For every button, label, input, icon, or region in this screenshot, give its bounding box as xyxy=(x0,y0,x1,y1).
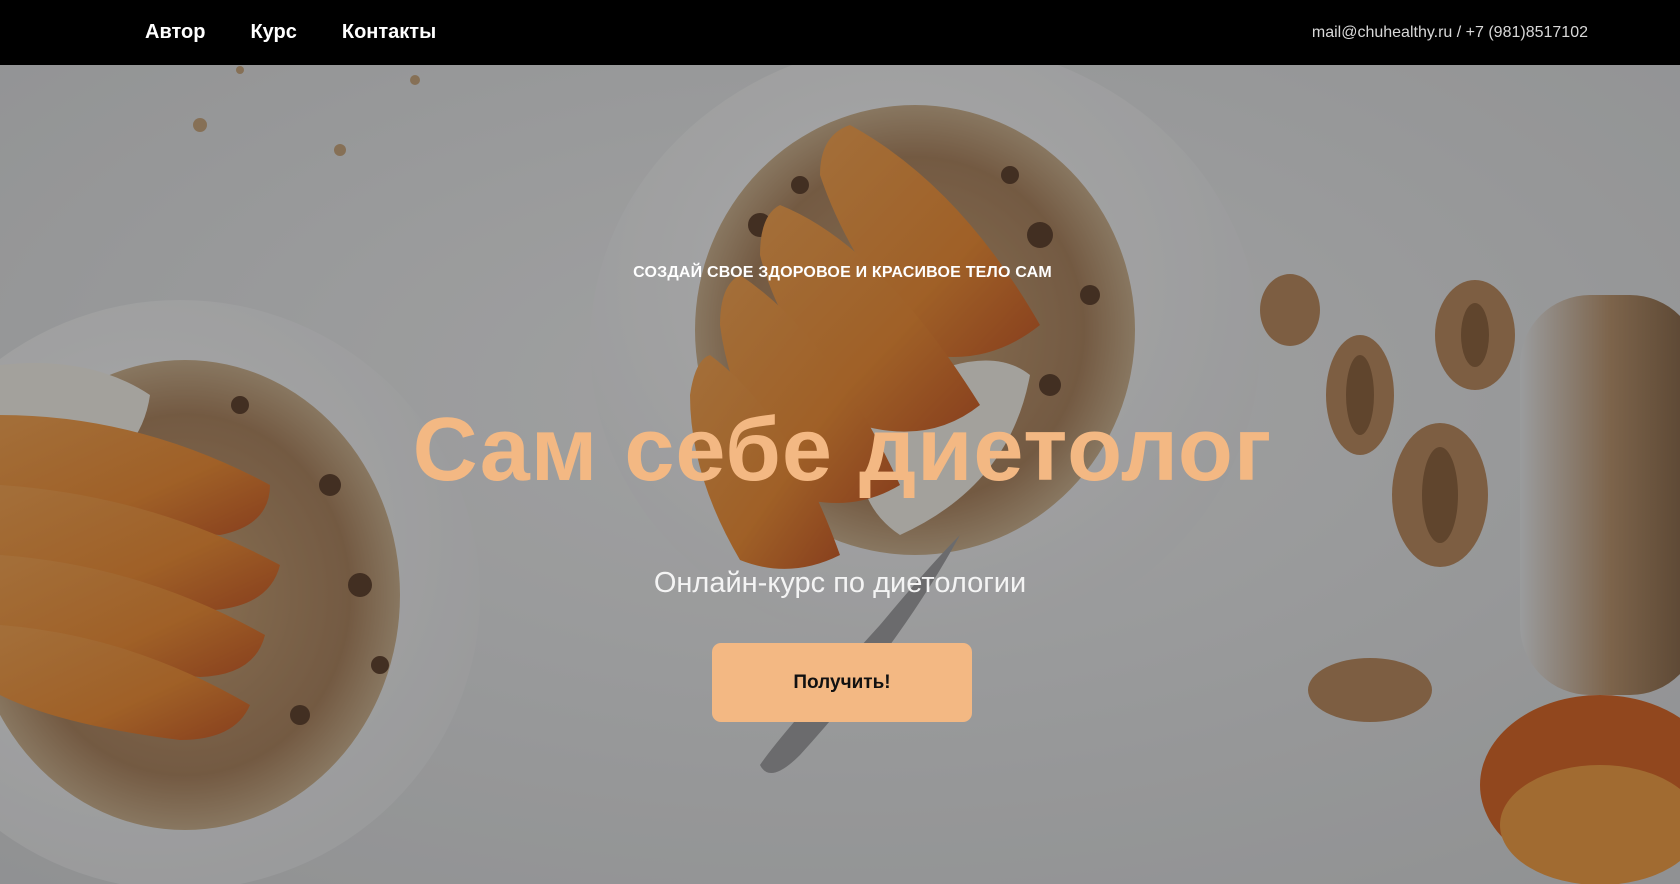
nav-link-author[interactable]: Автор xyxy=(145,21,205,44)
nav-link-course[interactable]: Курс xyxy=(250,21,296,44)
main-nav: Автор Курс Контакты xyxy=(145,0,436,65)
hero-kicker: СОЗДАЙ СВОЕ ЗДОРОВОЕ И КРАСИВОЕ ТЕЛО САМ xyxy=(633,264,1052,281)
site-header: Автор Курс Контакты mail@chuhealthy.ru /… xyxy=(0,0,1680,65)
hero-subtitle: Онлайн-курс по диетологии xyxy=(653,567,1027,599)
contact-info: mail@chuhealthy.ru / +7 (981)8517102 xyxy=(1311,23,1588,41)
get-course-button[interactable]: Получить! xyxy=(712,643,972,722)
hero-section: СОЗДАЙ СВОЕ ЗДОРОВОЕ И КРАСИВОЕ ТЕЛО САМ… xyxy=(0,65,1680,884)
hero-title: Сам себе диетолог xyxy=(412,400,1273,500)
nav-link-contacts[interactable]: Контакты xyxy=(342,21,436,44)
